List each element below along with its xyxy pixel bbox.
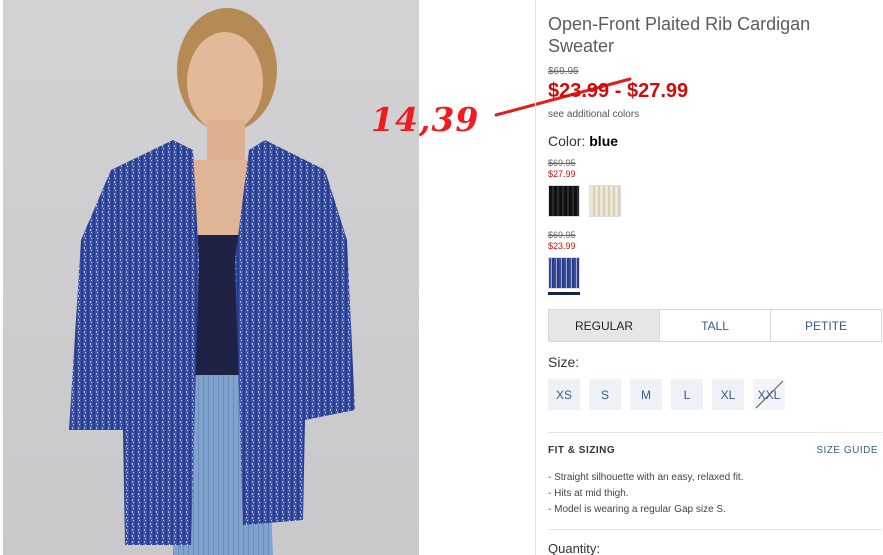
size-l-button[interactable]: L	[671, 379, 703, 410]
tab-regular[interactable]: REGULAR	[549, 310, 660, 341]
size-label: Size:	[548, 354, 580, 370]
list-item: - Hits at mid thigh.	[548, 488, 629, 499]
section-divider	[548, 432, 882, 433]
swatch-sale-price: $27.99	[548, 169, 576, 179]
unavailable-slash-icon	[755, 380, 784, 409]
swatch-original-price: $69.95	[548, 230, 576, 240]
tab-petite[interactable]: PETITE	[771, 310, 881, 341]
swatch-original-price: $69.95	[548, 158, 576, 168]
size-xxl-button[interactable]: XXL	[753, 379, 785, 410]
color-label: Color: blue	[548, 133, 618, 149]
size-xs-button[interactable]: XS	[548, 379, 580, 410]
swatch-sale-price: $23.99	[548, 241, 576, 251]
sale-price: $23.99 - $27.99	[548, 80, 689, 102]
swatch-blue[interactable]	[548, 257, 580, 289]
product-title: Open-Front Plaited Rib Cardigan Sweater	[548, 14, 811, 56]
quantity-label: Quantity:	[548, 541, 601, 555]
product-details-panel: Open-Front Plaited Rib Cardigan Sweater …	[535, 0, 883, 555]
swatch-cream[interactable]	[589, 185, 621, 217]
section-divider	[548, 529, 882, 530]
swatch-black[interactable]	[548, 185, 580, 217]
product-image[interactable]	[3, 0, 419, 555]
swatch-group-price: $69.95 $23.99	[548, 230, 576, 252]
size-xl-button[interactable]: XL	[712, 379, 744, 410]
size-guide-link[interactable]: SIZE GUIDE	[816, 445, 878, 456]
swatch-group-price: $69.95 $27.99	[548, 158, 576, 180]
handwritten-price-annotation: 14,39	[371, 100, 480, 139]
see-additional-colors-link[interactable]: see additional colors	[548, 109, 639, 120]
list-item: - Straight silhouette with an easy, rela…	[548, 472, 744, 483]
fit-details-list: - Straight silhouette with an easy, rela…	[548, 470, 743, 518]
tab-tall[interactable]: TALL	[660, 310, 771, 341]
fit-tabs: REGULAR TALL PETITE	[548, 309, 882, 342]
size-m-button[interactable]: M	[630, 379, 662, 410]
original-price: $69.95	[548, 66, 579, 77]
fit-sizing-heading: FIT & SIZING	[548, 445, 616, 456]
size-s-button[interactable]: S	[589, 379, 621, 410]
selected-color: blue	[589, 133, 619, 149]
list-item: - Model is wearing a regular Gap size S.	[548, 504, 726, 515]
selected-swatch-indicator	[548, 292, 580, 295]
model-illustration	[69, 8, 355, 555]
color-label-text: Color:	[548, 133, 586, 149]
